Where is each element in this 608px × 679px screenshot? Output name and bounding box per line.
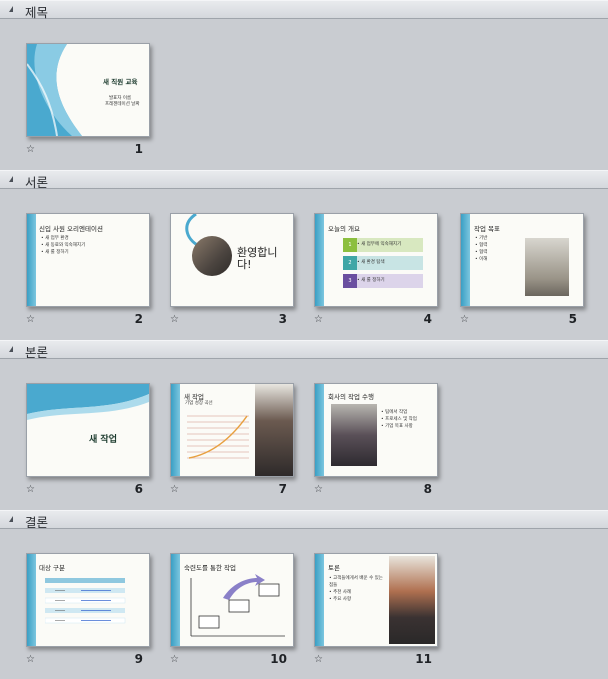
section-title: 결론 — [25, 515, 49, 530]
slide-background-swoosh — [27, 384, 149, 420]
section-title: 본론 — [25, 345, 49, 360]
slide-thumbnail-9[interactable]: 대상 구분 — [26, 553, 150, 647]
slide-accent-bar — [461, 214, 470, 306]
slide-number: 8 — [423, 482, 432, 496]
slide-thumbnail-8[interactable]: 회사의 작업 수행 • 팀에서 작업 • 프로세스 및 작업 • 기업 목표 사… — [314, 383, 438, 477]
slide-title: 새 작업 — [184, 393, 205, 401]
slide-title: 새 작업 — [89, 435, 117, 445]
step-number: 3 — [343, 274, 357, 288]
slide-title: 오늘의 개요 — [328, 225, 360, 233]
slide-bullet: • 협력 — [475, 250, 488, 255]
slide-bullet: • 기업 목표 사항 — [381, 424, 413, 429]
slide-thumbnail-2[interactable]: 신입 사원 오리엔테이션 • 새 업무 환경 • 새 동료와 익숙해지기 • 새… — [26, 213, 150, 307]
circle-photo — [192, 236, 232, 276]
businessman-photo — [255, 384, 293, 476]
section-header-conclusion[interactable]: 결론 — [0, 510, 608, 530]
section-header-intro[interactable]: 서론 — [0, 170, 608, 190]
star-transition-icon[interactable]: ☆ — [170, 314, 179, 325]
slide-number: 11 — [415, 652, 432, 666]
star-transition-icon[interactable]: ☆ — [26, 484, 35, 495]
slide-bullet: • 팀에서 작업 — [381, 410, 408, 415]
star-transition-icon[interactable]: ☆ — [314, 654, 323, 665]
star-transition-icon[interactable]: ☆ — [26, 314, 35, 325]
slide-accent-bar — [315, 384, 324, 476]
man-with-laptop-photo — [331, 404, 377, 466]
slide-number: 10 — [270, 652, 287, 666]
table-graphic — [45, 578, 126, 624]
progress-diagram — [190, 574, 285, 637]
slide-title: 작업 목표 — [474, 225, 500, 233]
step-number: 2 — [343, 256, 357, 270]
slide-subtitle: 기업 성장 곡선 — [185, 401, 213, 406]
slide-thumbnail-6[interactable]: 새 작업 — [26, 383, 150, 477]
collapse-triangle-icon[interactable] — [9, 516, 13, 522]
slide-number: 7 — [278, 482, 287, 496]
slide-title: 신입 사원 오리엔테이션 — [39, 225, 103, 233]
slide-bullet: • 협력 — [475, 243, 488, 248]
section-title: 제목 — [25, 5, 49, 20]
star-transition-icon[interactable]: ☆ — [314, 484, 323, 495]
slide-thumbnail-10[interactable]: 숙련도를 통한 작업 — [170, 553, 294, 647]
slide-number: 5 — [568, 312, 577, 326]
slide-bullet: • 기반 — [475, 236, 488, 241]
slide-subtitle: 프레젠테이션 날짜 — [105, 102, 140, 107]
star-transition-icon[interactable]: ☆ — [314, 314, 323, 325]
collapse-triangle-icon[interactable] — [9, 6, 13, 12]
collapse-triangle-icon[interactable] — [9, 346, 13, 352]
slide-bullet: • 새 동료와 익숙해지기 — [41, 243, 86, 248]
slide-number: 1 — [134, 142, 143, 156]
slide-bullet: • 새 업무 환경 — [41, 236, 69, 241]
slide-title: 회사의 작업 수행 — [328, 393, 374, 401]
slide-number: 9 — [134, 652, 143, 666]
star-transition-icon[interactable]: ☆ — [26, 144, 35, 155]
section-title: 서론 — [25, 175, 49, 190]
step-number: 1 — [343, 238, 357, 252]
people-photo — [525, 238, 569, 296]
slide-bullet: • 고객들에게서 배운 수 있는 점들 — [329, 576, 383, 588]
slide-bullet: • 이해 — [475, 257, 488, 262]
growth-chart — [187, 415, 249, 459]
step-label: • 새 룰 정하기 — [357, 274, 423, 288]
slide-number: 6 — [134, 482, 143, 496]
slide-title: 환영합니다! — [237, 246, 278, 271]
slide-thumbnail-3[interactable]: 환영합니다! — [170, 213, 294, 307]
slide-thumbnail-5[interactable]: 작업 목표 • 기반 • 협력 • 협력 • 이해 — [460, 213, 584, 307]
star-transition-icon[interactable]: ☆ — [26, 654, 35, 665]
step-label: • 새 업무에 익숙해지기 — [357, 238, 423, 252]
slide-bullet: • 새 룰 정하기 — [41, 250, 69, 255]
section-header-title[interactable]: 제목 — [0, 0, 608, 20]
section-header-body[interactable]: 본론 — [0, 340, 608, 360]
slide-number: 3 — [278, 312, 287, 326]
slide-accent-bar — [27, 554, 36, 646]
slide-bullet: • 프로세스 및 작업 — [381, 417, 417, 422]
slide-accent-bar — [315, 214, 324, 306]
slide-accent-bar — [27, 214, 36, 306]
slide-accent-bar — [171, 384, 180, 476]
slide-number: 4 — [423, 312, 432, 326]
slide-bullet: • 주요 사항 — [329, 597, 352, 602]
collapse-triangle-icon[interactable] — [9, 176, 13, 182]
slide-title: 토론 — [328, 564, 340, 572]
slide-number: 2 — [134, 312, 143, 326]
older-man-photo — [389, 556, 435, 644]
star-transition-icon[interactable]: ☆ — [460, 314, 469, 325]
slide-accent-bar — [171, 554, 180, 646]
slide-thumbnail-7[interactable]: 새 작업 기업 성장 곡선 — [170, 383, 294, 477]
slide-bullet: • 추천 사례 — [329, 590, 352, 595]
slide-title: 숙련도를 통한 작업 — [184, 564, 236, 572]
slide-thumbnail-11[interactable]: 토론 • 고객들에게서 배운 수 있는 점들 • 추천 사례 • 주요 사항 — [314, 553, 438, 647]
slide-title: 새 직원 교육 — [103, 78, 138, 86]
slide-accent-bar — [315, 554, 324, 646]
star-transition-icon[interactable]: ☆ — [170, 484, 179, 495]
star-transition-icon[interactable]: ☆ — [170, 654, 179, 665]
step-label: • 새 환경 탐색 — [357, 256, 423, 270]
slide-background-swoosh — [27, 44, 82, 136]
slide-title: 대상 구분 — [39, 564, 65, 572]
slide-thumbnail-1[interactable]: 새 직원 교육 발표자 이름 프레젠테이션 날짜 — [26, 43, 150, 137]
slide-thumbnail-4[interactable]: 오늘의 개요 1 • 새 업무에 익숙해지기 2 • 새 환경 탐색 3 • 새… — [314, 213, 438, 307]
